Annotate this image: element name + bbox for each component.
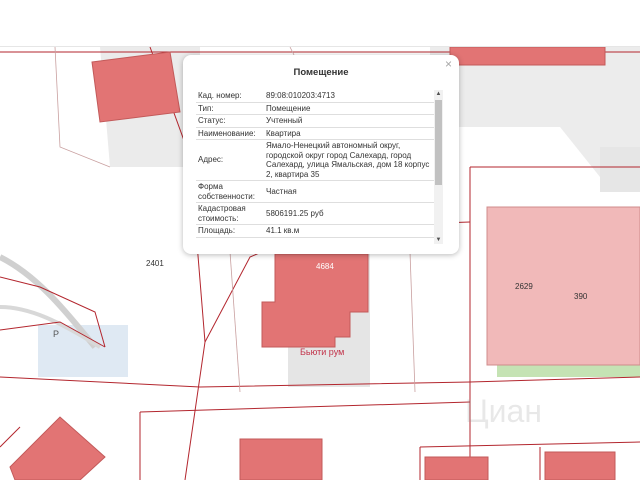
top-bar — [0, 0, 640, 47]
field-value: Частная — [263, 180, 434, 203]
parking-icon: P — [53, 329, 59, 339]
parcel-label: 2629 — [515, 282, 533, 291]
building — [91, 51, 181, 123]
field-label: Кад. номер: — [196, 90, 263, 103]
field-label: Наименование: — [196, 127, 263, 140]
commercial-building — [486, 206, 640, 366]
table-row: Тип: Помещение — [196, 102, 434, 115]
field-value: 5806191.25 руб — [263, 202, 434, 225]
poi-label[interactable]: Бьюти рум — [300, 347, 344, 357]
table-row: Наименование: Квартира — [196, 127, 434, 140]
table-row: Площадь: 41.1 кв.м — [196, 224, 434, 238]
field-value: Квартира — [263, 127, 434, 140]
property-details-table: Кад. номер: 89:08:010203:4713 Тип: Помещ… — [196, 90, 434, 238]
parcel-label: 2401 — [146, 259, 164, 268]
field-label: Форма собственности: — [196, 180, 263, 203]
table-row: Форма собственности: Частная — [196, 180, 434, 203]
field-label: Площадь: — [196, 224, 263, 238]
field-value: Помещение — [263, 102, 434, 115]
table-row: Адрес: Ямало-Ненецкий автономный округ, … — [196, 139, 434, 181]
table-row: Статус: Учтенный — [196, 114, 434, 128]
field-value: 41.1 кв.м — [263, 224, 434, 238]
building — [449, 47, 606, 66]
table-row: Кадастровая стоимость: 5806191.25 руб — [196, 202, 434, 225]
building — [544, 451, 616, 480]
watermark: Циан — [465, 393, 542, 429]
field-label: Кадастровая стоимость: — [196, 202, 263, 225]
scroll-up-icon[interactable]: ▲ — [435, 90, 442, 98]
building — [424, 456, 489, 480]
field-label: Адрес: — [196, 139, 263, 181]
popup-title: Помещение — [293, 67, 349, 78]
field-value: Учтенный — [263, 114, 434, 128]
table-row: Кад. номер: 89:08:010203:4713 — [196, 90, 434, 103]
building — [239, 438, 323, 480]
parcel-label: 390 — [574, 292, 588, 301]
field-label: Тип: — [196, 102, 263, 115]
land-block — [600, 147, 640, 192]
popup-scrollbar[interactable]: ▲ ▼ — [434, 90, 443, 244]
field-value: 89:08:010203:4713 — [263, 90, 434, 103]
field-value: Ямало-Ненецкий автономный округ, городск… — [263, 139, 434, 181]
property-info-popup: × Помещение Кад. номер: 89:08:010203:471… — [183, 55, 459, 254]
field-label: Статус: — [196, 114, 263, 128]
scroll-down-icon[interactable]: ▼ — [435, 236, 442, 244]
scroll-thumb[interactable] — [435, 100, 442, 185]
house-number-label: 4684 — [316, 262, 334, 271]
